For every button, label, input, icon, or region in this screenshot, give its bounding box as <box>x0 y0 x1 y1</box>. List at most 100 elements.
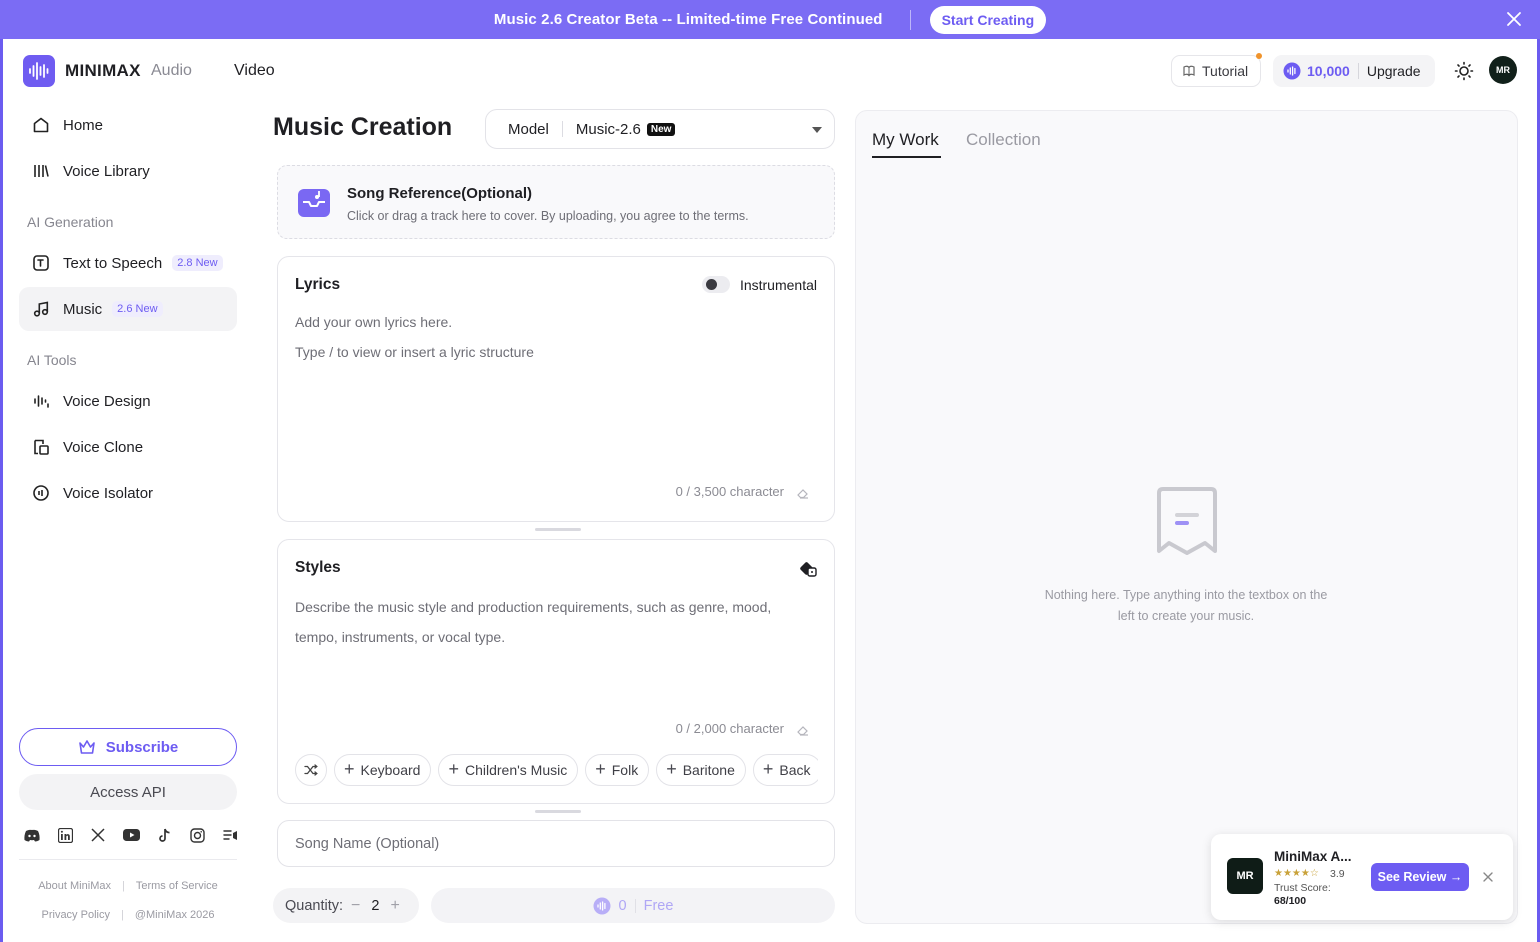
generate-button[interactable]: 0 Free <box>431 888 835 923</box>
styles-card[interactable]: Styles Describe the music style and prod… <box>277 539 835 804</box>
my-work-panel: My Work Collection Nothing here. Type an… <box>855 110 1518 924</box>
sidebar-item-voice-clone[interactable]: Voice Clone <box>19 425 237 469</box>
tiktok-icon[interactable] <box>154 825 174 845</box>
shuffle-icon[interactable] <box>295 754 327 786</box>
start-creating-button[interactable]: Start Creating <box>929 5 1047 34</box>
isolator-icon <box>31 483 51 503</box>
empty-state-text: Nothing here. Type anything into the tex… <box>1044 588 1328 623</box>
new-badge: 2.6 New <box>112 301 163 317</box>
tab-my-work[interactable]: My Work <box>872 130 939 150</box>
styles-title: Styles <box>295 559 341 576</box>
privacy-link[interactable]: Privacy Policy <box>42 909 110 921</box>
empty-state-icon <box>1157 487 1217 555</box>
library-icon <box>31 161 51 181</box>
news-icon[interactable] <box>220 825 240 845</box>
style-chip[interactable]: + Baritone <box>656 754 746 786</box>
sidebar-item-label: Voice Clone <box>63 438 144 456</box>
song-name-input[interactable]: Song Name (Optional) <box>277 820 835 867</box>
x-icon[interactable] <box>88 825 108 845</box>
generate-divider <box>634 898 636 913</box>
styles-character-counter: 0 / 2,000 character <box>675 721 784 736</box>
promo-banner: Music 2.6 Creator Beta -- Limited-time F… <box>0 0 1540 39</box>
plus-icon: + <box>666 759 677 779</box>
product-audio-label[interactable]: Audio <box>151 62 192 80</box>
subscribe-button[interactable]: Subscribe <box>19 728 237 766</box>
minimax-logo-icon[interactable] <box>23 55 55 87</box>
style-chip[interactable]: + Children's Music <box>438 754 579 786</box>
eraser-icon[interactable] <box>796 486 810 500</box>
music-creation-panel: Music Creation Model Music-2.6 New Song … <box>273 101 838 942</box>
song-reference-upload[interactable]: Song Reference(Optional) Click or drag a… <box>277 165 835 239</box>
sidebar-item-voice-library[interactable]: Voice Library <box>19 149 237 193</box>
eraser-icon[interactable] <box>796 723 810 737</box>
model-select[interactable]: Model Music-2.6 New <box>485 109 835 149</box>
star-rating-icon: ★★★★☆ <box>1274 868 1319 879</box>
sidebar-item-label: Music <box>63 300 103 318</box>
generate-free-label: Free <box>643 897 674 914</box>
lyrics-placeholder-line-1[interactable]: Add your own lyrics here. <box>295 307 815 337</box>
credits-icon <box>593 897 611 914</box>
instrumental-toggle[interactable] <box>702 276 730 293</box>
plus-icon: + <box>448 759 459 779</box>
about-link[interactable]: About MiniMax <box>38 880 111 892</box>
styles-placeholder[interactable]: Describe the music style and production … <box>295 592 815 652</box>
instagram-icon[interactable] <box>187 825 207 845</box>
review-logo: MR <box>1227 858 1263 894</box>
close-icon[interactable] <box>1505 10 1523 28</box>
plus-icon[interactable]: + <box>390 897 399 915</box>
music-note-icon <box>31 299 51 319</box>
generate-cost: 0 <box>618 897 627 914</box>
tutorial-label: Tutorial <box>1202 63 1249 79</box>
linkedin-icon[interactable] <box>55 825 75 845</box>
sidebar-item-voice-design[interactable]: Voice Design <box>19 379 237 423</box>
credits-divider <box>1357 63 1359 79</box>
style-chip[interactable]: + Keyboard <box>334 754 432 786</box>
logo-text[interactable]: MINIMAX <box>65 61 141 81</box>
close-icon[interactable] <box>1482 871 1494 883</box>
tutorial-button[interactable]: Tutorial <box>1171 53 1263 87</box>
discord-icon[interactable] <box>22 825 42 845</box>
credits-pill[interactable]: 10,000 Upgrade <box>1273 55 1435 87</box>
quantity-value: 2 <box>371 897 380 914</box>
chevron-down-icon <box>812 127 822 133</box>
active-tab-underline <box>872 156 941 158</box>
minus-icon[interactable]: − <box>351 897 360 915</box>
sidebar: Home Voice Library AI Generation Text to… <box>3 101 253 942</box>
style-chip-label: Baritone <box>682 762 735 778</box>
link-separator: | <box>120 909 124 921</box>
sidebar-item-voice-isolator[interactable]: Voice Isolator <box>19 471 237 515</box>
model-value: Music-2.6 <box>575 120 641 138</box>
instrumental-label: Instrumental <box>739 277 817 293</box>
see-review-button[interactable]: See Review → <box>1371 863 1469 891</box>
access-api-button[interactable]: Access API <box>19 774 237 810</box>
sidebar-item-music[interactable]: Music 2.6 New <box>19 287 237 331</box>
dice-icon[interactable] <box>800 560 818 578</box>
notification-dot <box>1256 53 1263 59</box>
style-chip[interactable]: + Folk <box>585 754 650 786</box>
credits-icon <box>1283 62 1301 80</box>
lyrics-resize-handle[interactable] <box>535 528 581 531</box>
new-badge: 2.8 New <box>172 255 223 271</box>
song-reference-description: Click or drag a track here to cover. By … <box>347 209 749 223</box>
top-bar: MINIMAX Audio Video Tutorial 10,000 Upgr… <box>3 39 1537 101</box>
style-chip-label: Children's Music <box>464 762 568 778</box>
sidebar-item-home[interactable]: Home <box>19 103 237 147</box>
style-chip-label: Back <box>779 762 811 778</box>
trust-score-value: 68/100 <box>1274 895 1307 907</box>
style-chip[interactable]: + Back <box>752 754 818 786</box>
youtube-icon[interactable] <box>121 825 141 845</box>
nav-video-link[interactable]: Video <box>234 62 275 80</box>
lyrics-card[interactable]: Lyrics Instrumental Add your own lyrics … <box>277 256 835 522</box>
styles-resize-handle[interactable] <box>535 810 581 813</box>
plus-icon: + <box>762 759 774 779</box>
sun-icon[interactable] <box>1454 61 1474 81</box>
sidebar-item-text-to-speech[interactable]: Text to Speech 2.8 New <box>19 241 237 285</box>
lyrics-title: Lyrics <box>295 276 341 293</box>
avatar[interactable]: MR <box>1489 56 1517 84</box>
tab-collection[interactable]: Collection <box>966 130 1041 150</box>
app-window: MINIMAX Audio Video Tutorial 10,000 Upgr… <box>3 39 1537 942</box>
terms-link[interactable]: Terms of Service <box>136 880 218 892</box>
lyrics-placeholder-line-2[interactable]: Type / to view or insert a lyric structu… <box>295 337 815 367</box>
sidebar-item-label: Voice Isolator <box>63 484 154 502</box>
upgrade-button[interactable]: Upgrade <box>1367 63 1421 79</box>
